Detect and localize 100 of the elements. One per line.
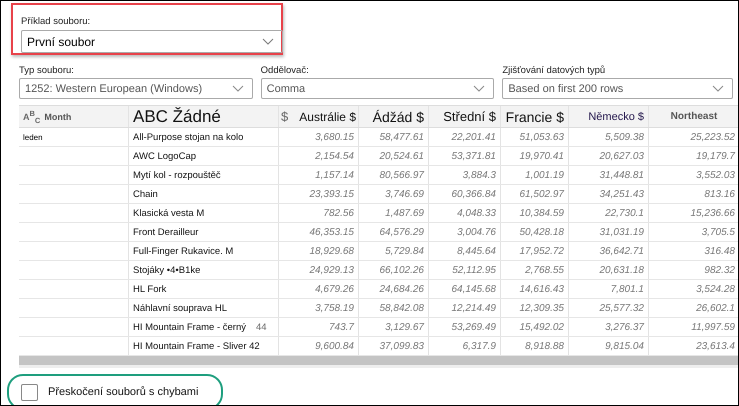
table-cell: 2,768.55 bbox=[501, 261, 569, 279]
table-cell-text: 19,179.7 bbox=[695, 150, 736, 164]
table-cell-text: 316.48 bbox=[703, 244, 736, 258]
column-header[interactable]: Francie $ bbox=[501, 106, 569, 127]
chevron-down-icon bbox=[712, 85, 724, 92]
table-cell: 7,801.1 bbox=[569, 280, 649, 298]
example-label: Příklad souboru: bbox=[21, 16, 92, 27]
table-cell: 743.7 bbox=[279, 318, 359, 336]
column-header[interactable]: A$^{B}$$_{C}$ Month bbox=[19, 106, 129, 127]
table-cell: 5,729.84 bbox=[359, 242, 429, 260]
table-cell: 64,576.29 bbox=[359, 223, 429, 241]
table-cell: leden bbox=[19, 128, 129, 146]
table-cell: 4,679.26 bbox=[279, 280, 359, 298]
table-cell: 3,276.37 bbox=[569, 318, 649, 336]
table-cell: 61,502.97 bbox=[501, 185, 569, 203]
option-dropdown[interactable]: 1252: Western European (Windows) bbox=[19, 78, 253, 99]
table-cell: 64,145.68 bbox=[429, 280, 501, 298]
table-cell: HI Mountain Frame - Sliver 42 bbox=[129, 337, 279, 355]
table-cell: 20,627.03 bbox=[569, 147, 649, 165]
table-cell-text: 3,705.5 bbox=[700, 226, 736, 240]
table-cell: 51,053.63 bbox=[501, 128, 569, 146]
table-cell: All-Purpose stojan na kolo bbox=[129, 128, 279, 146]
table-cell: 12,309.35 bbox=[501, 299, 569, 317]
table-cell: HI Mountain Frame - černý 44 bbox=[129, 318, 279, 336]
table-cell-text: 3,524.28 bbox=[695, 282, 736, 296]
column-header[interactable]: Střední $ bbox=[429, 106, 501, 127]
table-cell: 8,445.64 bbox=[429, 242, 501, 260]
table-cell: 37,099.83 bbox=[359, 337, 429, 355]
table-cell: 25,577.32 bbox=[569, 299, 649, 317]
table-cell: Front Derailleur bbox=[129, 223, 279, 241]
table-cell: 5,509.38 bbox=[569, 128, 649, 146]
table-cell-text: 982.32 bbox=[703, 264, 736, 278]
table-cell: 34,251.43 bbox=[569, 185, 649, 203]
table-cell: 24,684.26 bbox=[359, 280, 429, 298]
table-cell: 12,214.49 bbox=[429, 299, 501, 317]
table-cell: 9,815.04 bbox=[569, 337, 649, 355]
table-cell: 3,884.3 bbox=[429, 166, 501, 184]
table-cell: 52,112.95 bbox=[429, 261, 501, 279]
table-cell: 50,428.18 bbox=[501, 223, 569, 241]
table-cell: Stojáky •4•B1ke bbox=[129, 261, 279, 279]
table-cell: 17,952.72 bbox=[501, 242, 569, 260]
table-cell: 3,004.76 bbox=[429, 223, 501, 241]
table-cell-text: 25,223.52 bbox=[690, 130, 736, 144]
table-cell: HL Fork bbox=[129, 280, 279, 298]
table-cell: 15,492.02 bbox=[501, 318, 569, 336]
table-cell: 9,600.84 bbox=[279, 337, 359, 355]
table-cell: 53,269.49 bbox=[429, 318, 501, 336]
option-dropdown[interactable]: Based on first 200 rows bbox=[502, 78, 734, 99]
table-cell: 3,680.15 bbox=[279, 128, 359, 146]
table-cell: 46,353.15 bbox=[279, 223, 359, 241]
table-cell: 22,201.41 bbox=[429, 128, 501, 146]
table-cell: 10,384.59 bbox=[501, 204, 569, 222]
table-cell: Mytí kol - rozpouštěč bbox=[129, 166, 279, 184]
table-cell: 36,642.71 bbox=[569, 242, 649, 260]
table-cell: 24,929.13 bbox=[279, 261, 359, 279]
column-header[interactable]: Northeast bbox=[649, 106, 738, 127]
table-cell: 6,317.9 bbox=[429, 337, 501, 355]
horizontal-scrollbar[interactable] bbox=[19, 356, 738, 368]
table-cell: 66,102.26 bbox=[359, 261, 429, 279]
table-cell: 18,929.68 bbox=[279, 242, 359, 260]
table-cell: 58,842.08 bbox=[359, 299, 429, 317]
table-cell: Klasická vesta M bbox=[129, 204, 279, 222]
table-cell: 20,631.18 bbox=[569, 261, 649, 279]
column-header[interactable]: $ Austrálie $ bbox=[279, 106, 359, 127]
table-cell: 8,918.88 bbox=[501, 337, 569, 355]
table-cell: 1,001.19 bbox=[501, 166, 569, 184]
table-cell: Náhlavní souprava HL bbox=[129, 299, 279, 317]
table-cell: 1,487.69 bbox=[359, 204, 429, 222]
table-cell: 20,524.61 bbox=[359, 147, 429, 165]
table-cell: 2,154.54 bbox=[279, 147, 359, 165]
table-cell-text: 23,613.4 bbox=[695, 340, 736, 354]
option-dropdown[interactable]: Comma bbox=[260, 78, 494, 99]
table-cell: 23,393.15 bbox=[279, 185, 359, 203]
option-label: Zjišťování datových typů bbox=[502, 65, 606, 76]
table-cell: 1,157.14 bbox=[279, 166, 359, 184]
table-cell: 60,366.84 bbox=[429, 185, 501, 203]
table-cell: 80,566.97 bbox=[359, 166, 429, 184]
table-cell-text: 11,997.59 bbox=[690, 320, 736, 334]
checkbox[interactable] bbox=[21, 384, 38, 400]
table-cell-text: 26,602.1 bbox=[695, 302, 736, 316]
table-cell: 31,031.19 bbox=[569, 223, 649, 241]
table-cell: 3,129.67 bbox=[359, 318, 429, 336]
column-header[interactable]: ABC Žádné bbox=[129, 106, 279, 127]
table-cell: 58,477.61 bbox=[359, 128, 429, 146]
checkbox-label[interactable]: Přeskočení souborů s chybami bbox=[48, 386, 198, 398]
table-cell: 31,448.81 bbox=[569, 166, 649, 184]
column-header[interactable]: Ádžád $ bbox=[359, 106, 429, 127]
option-label: Typ souboru: bbox=[19, 65, 75, 76]
example-dropdown[interactable]: První soubor bbox=[21, 30, 283, 53]
chevron-down-icon bbox=[262, 38, 274, 45]
column-header[interactable]: Německo $ bbox=[569, 106, 649, 127]
table-cell: 4,048.33 bbox=[429, 204, 501, 222]
option-label: Oddělovač: bbox=[260, 65, 310, 76]
table-cell: 53,371.81 bbox=[429, 147, 501, 165]
table-cell: AWC LogoCap bbox=[129, 147, 279, 165]
table-cell-text: 15,236.66 bbox=[690, 206, 736, 220]
table-cell: 3,758.19 bbox=[279, 299, 359, 317]
table-cell: Full-Finger Rukavice. M bbox=[129, 242, 279, 260]
table-cell: 3,746.69 bbox=[359, 185, 429, 203]
table-cell: 14,616.43 bbox=[501, 280, 569, 298]
